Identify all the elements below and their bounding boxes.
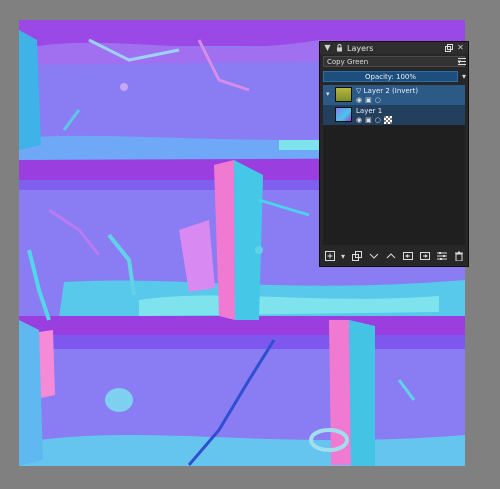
opacity-label: Opacity: (364, 72, 394, 81)
float-icon[interactable] (444, 44, 453, 53)
layer-properties-icon[interactable] (435, 250, 448, 263)
alpha-icon[interactable]: ○ (375, 116, 381, 124)
lock-layer-icon[interactable]: ▣ (365, 116, 372, 124)
blend-mode-value: Copy Green (327, 57, 369, 66)
layers-docker: ▼ Layers ✕ Copy Green ▾ Opacity: 100% ▾ … (319, 41, 469, 267)
layer-properties: ◉ ▣ ○ (356, 96, 381, 104)
duplicate-layer-icon[interactable] (350, 250, 363, 263)
layer-name: Layer 2 (Invert) (363, 87, 419, 95)
opacity-value: 100% (396, 72, 417, 81)
close-icon[interactable]: ✕ (456, 44, 465, 53)
expand-icon[interactable]: ▾ (326, 90, 330, 98)
blend-mode-select[interactable]: Copy Green ▾ (323, 56, 465, 67)
delete-layer-icon[interactable] (452, 250, 465, 263)
layer-list-options-icon[interactable] (458, 57, 466, 66)
docker-titlebar[interactable]: ▼ Layers ✕ (320, 42, 468, 54)
layers-toolbar: ▾ (323, 249, 465, 263)
chevron-down-icon[interactable]: ▾ (340, 250, 346, 263)
opacity-chevron-icon[interactable]: ▾ (462, 72, 466, 81)
lock-layer-icon[interactable]: ▣ (365, 96, 372, 104)
opacity-slider[interactable]: Opacity: 100% (323, 71, 458, 82)
docker-title: Layers (347, 43, 374, 53)
layer-properties: ◉ ▣ ○ (356, 116, 392, 124)
add-layer-icon[interactable] (323, 250, 336, 263)
transparency-mask-icon[interactable] (383, 116, 392, 124)
filter-icon: ▽ (356, 87, 362, 95)
alpha-icon[interactable]: ○ (375, 96, 381, 104)
move-layer-up-icon[interactable] (384, 250, 397, 263)
move-layer-down-icon[interactable] (367, 250, 380, 263)
visibility-icon[interactable]: ◉ (356, 116, 362, 124)
layer-row-paint[interactable]: Layer 1 ◉ ▣ ○ (323, 105, 465, 125)
move-into-group-icon[interactable] (401, 250, 414, 263)
layer-row-filter[interactable]: ▾ ▽ Layer 2 (Invert) ◉ ▣ ○ (323, 85, 465, 105)
move-out-of-group-icon[interactable] (418, 250, 431, 263)
visibility-icon[interactable]: ◉ (356, 96, 362, 104)
layer-name: Layer 1 (356, 107, 383, 115)
lock-icon[interactable] (335, 44, 344, 53)
layers-list: ▾ ▽ Layer 2 (Invert) ◉ ▣ ○ Layer 1 ◉ ▣ ○ (323, 85, 465, 245)
layer-thumbnail (335, 87, 352, 102)
collapse-icon[interactable]: ▼ (323, 44, 332, 53)
layer-thumbnail (335, 107, 352, 122)
